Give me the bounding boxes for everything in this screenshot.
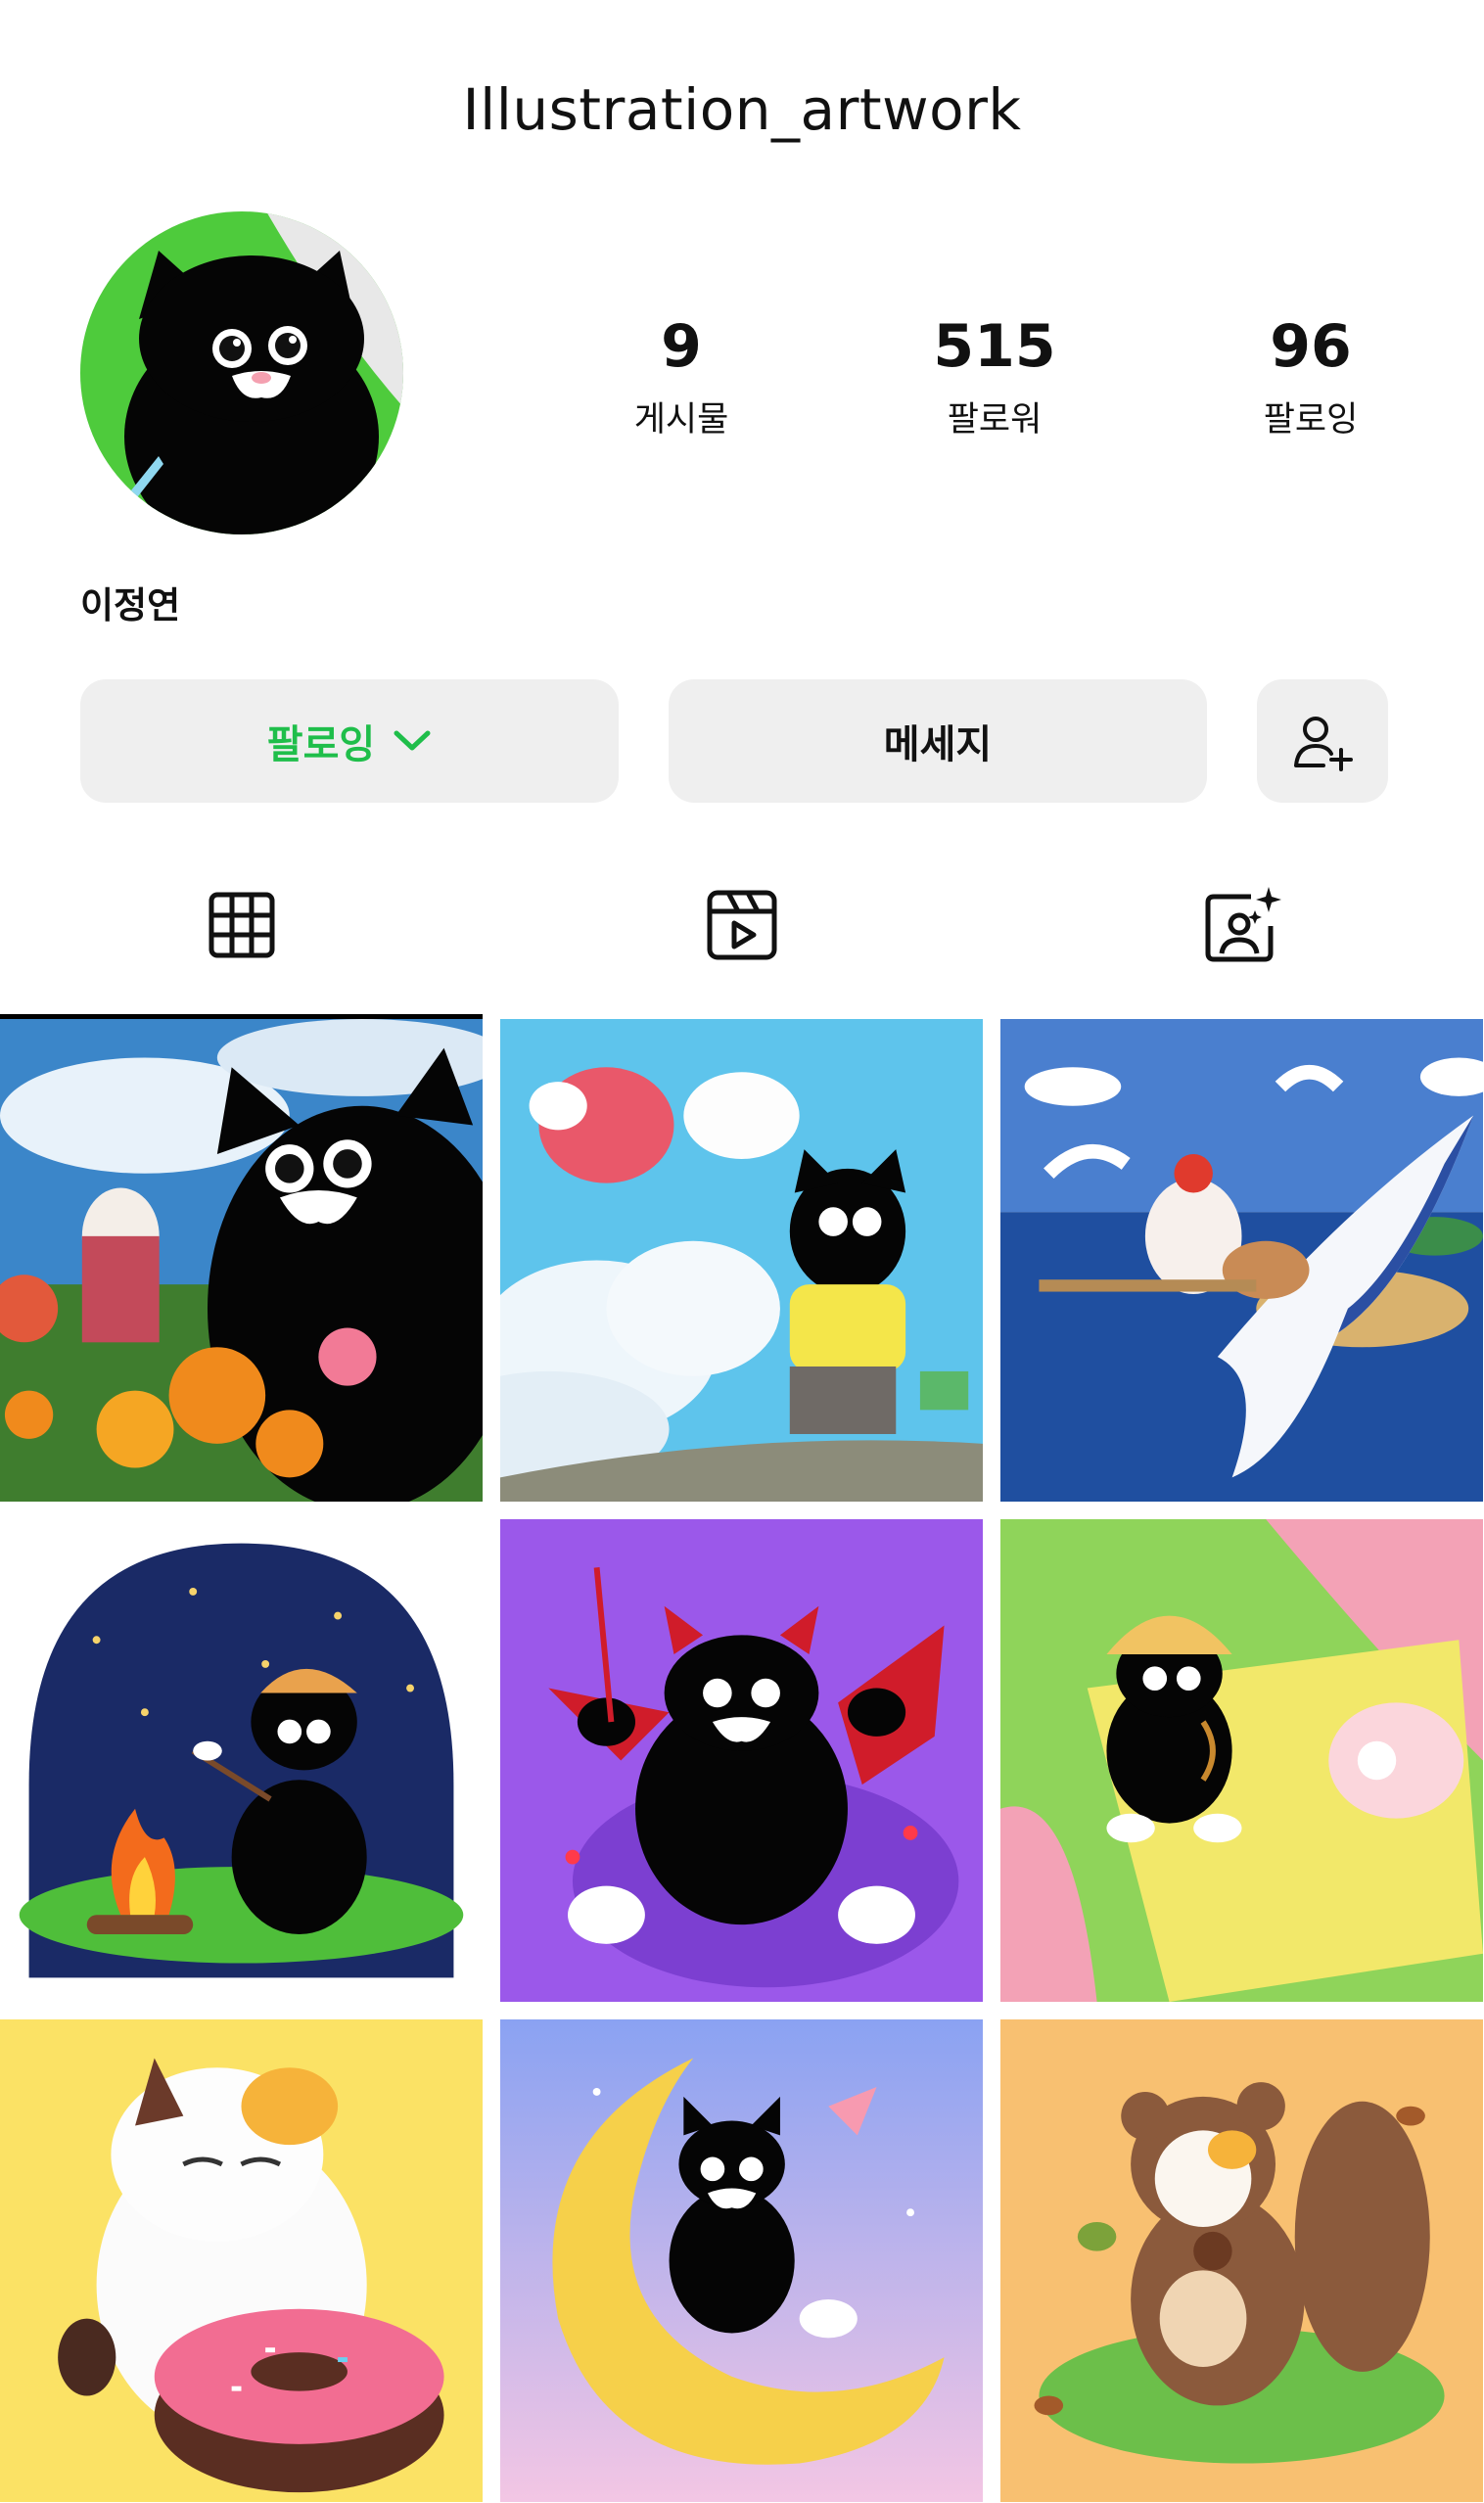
suggest-people-button[interactable] xyxy=(1257,679,1388,803)
stat-followers[interactable]: 515 팔로워 xyxy=(867,311,1122,441)
stat-followers-count: 515 xyxy=(933,312,1056,381)
add-person-icon xyxy=(1294,717,1353,771)
post-tile[interactable] xyxy=(1000,2019,1483,2502)
chevron-down-icon xyxy=(394,730,431,751)
grid-icon xyxy=(209,892,275,958)
cat-campfire-night-illustration-icon xyxy=(0,1519,483,2002)
post-tile[interactable] xyxy=(1000,1019,1483,1502)
tab-grid[interactable] xyxy=(198,881,286,969)
cat-squirrel-autumn-illustration-icon xyxy=(1000,2019,1483,2502)
message-button[interactable]: 메세지 xyxy=(669,679,1207,803)
profile-username: Illustration_artwork xyxy=(462,76,1022,143)
stat-posts[interactable]: 9 게시물 xyxy=(554,311,809,441)
following-button-label: 팔로잉 xyxy=(266,722,376,767)
post-tile[interactable] xyxy=(1000,1519,1483,2002)
message-button-label: 메세지 xyxy=(883,722,993,767)
stat-posts-count: 9 xyxy=(661,312,702,381)
reels-icon xyxy=(707,890,777,960)
post-tile[interactable] xyxy=(0,2019,483,2502)
cat-sky-illustration-icon xyxy=(500,1019,983,1502)
stat-following-label: 팔로잉 xyxy=(1263,400,1359,440)
avatar[interactable] xyxy=(80,211,403,534)
stat-following-count: 96 xyxy=(1270,312,1352,381)
black-cat-avatar-icon xyxy=(80,211,403,534)
devil-cat-illustration-icon xyxy=(500,1519,983,2002)
cat-donut-illustration-icon xyxy=(0,2019,483,2502)
tab-reels[interactable] xyxy=(698,881,786,969)
post-tile[interactable] xyxy=(500,1019,983,1502)
tagged-icon xyxy=(1205,887,1281,962)
cat-seagull-sea-illustration-icon xyxy=(1000,1019,1483,1502)
cat-in-flowers-illustration-icon xyxy=(0,1019,483,1502)
post-tile[interactable] xyxy=(0,1019,483,1502)
stat-following[interactable]: 96 팔로잉 xyxy=(1183,311,1438,441)
cat-picnic-illustration-icon xyxy=(1000,1519,1483,2002)
post-tile[interactable] xyxy=(0,1519,483,2002)
tab-tagged[interactable] xyxy=(1198,881,1286,969)
stat-posts-label: 게시물 xyxy=(633,400,729,440)
post-tile[interactable] xyxy=(500,2019,983,2502)
profile-name: 이정연 xyxy=(80,584,181,626)
stat-followers-label: 팔로워 xyxy=(947,400,1043,440)
cat-moon-illustration-icon xyxy=(500,2019,983,2502)
post-tile[interactable] xyxy=(500,1519,983,2002)
following-button[interactable]: 팔로잉 xyxy=(80,679,619,803)
